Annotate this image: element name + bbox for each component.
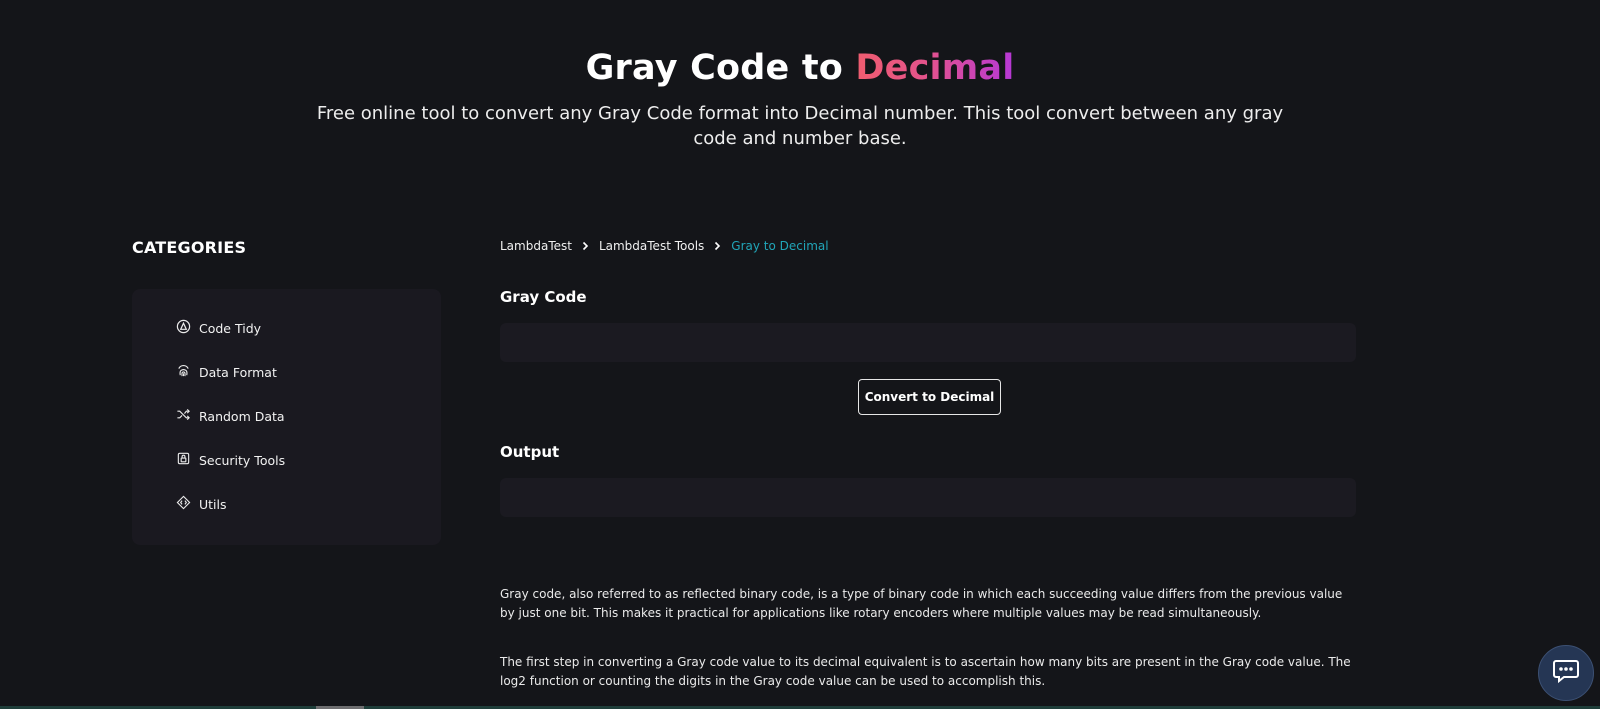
- breadcrumb-item-current: Gray to Decimal: [731, 239, 829, 253]
- lock-icon: [176, 451, 191, 469]
- sidebar-item-data-format[interactable]: Data Format: [176, 363, 277, 381]
- sidebar-item-utils[interactable]: Utils: [176, 495, 227, 513]
- sidebar-item-label: Random Data: [199, 408, 285, 424]
- categories-sidebar: Code Tidy Data Format Random Data Securi…: [132, 289, 441, 545]
- convert-to-decimal-button[interactable]: Convert to Decimal: [858, 379, 1001, 415]
- chat-button[interactable]: [1538, 645, 1594, 701]
- description-paragraph: Gray code, also referred to as reflected…: [500, 587, 1343, 620]
- sidebar-item-label: Code Tidy: [199, 320, 262, 336]
- breadcrumb-item-lambdatest[interactable]: LambdaTest: [500, 239, 572, 253]
- code-tidy-icon: [176, 319, 191, 337]
- chevron-right-icon: [581, 241, 590, 251]
- page-title-accent: Decimal: [855, 48, 1015, 88]
- breadcrumb: LambdaTest LambdaTest Tools Gray to Deci…: [500, 239, 829, 253]
- sidebar-item-label: Utils: [199, 496, 227, 512]
- categories-heading: CATEGORIES: [132, 238, 247, 257]
- shuffle-icon: [176, 407, 191, 425]
- gray-code-label: Gray Code: [500, 288, 587, 306]
- chevron-right-icon: [713, 241, 722, 251]
- sidebar-item-label: Security Tools: [199, 452, 286, 468]
- gray-code-input[interactable]: [500, 323, 1356, 362]
- page-title: Gray Code to Decimal: [0, 48, 1600, 88]
- output-label: Output: [500, 443, 560, 461]
- fingerprint-icon: [176, 363, 191, 381]
- page-subtitle: Free online tool to convert any Gray Cod…: [316, 103, 1284, 149]
- sidebar-item-random-data[interactable]: Random Data: [176, 407, 285, 425]
- description-paragraph: The first step in converting a Gray code…: [500, 655, 1351, 688]
- chat-bubble-icon: [1552, 658, 1580, 689]
- output-field[interactable]: [500, 478, 1356, 517]
- sidebar-item-label: Data Format: [199, 364, 277, 380]
- sidebar-item-security-tools[interactable]: Security Tools: [176, 451, 285, 469]
- diamond-code-icon: [176, 495, 191, 513]
- page-title-prefix: Gray Code to: [585, 48, 856, 88]
- breadcrumb-item-lambdatest-tools[interactable]: LambdaTest Tools: [599, 239, 704, 253]
- sidebar-item-code-tidy[interactable]: Code Tidy: [176, 319, 261, 337]
